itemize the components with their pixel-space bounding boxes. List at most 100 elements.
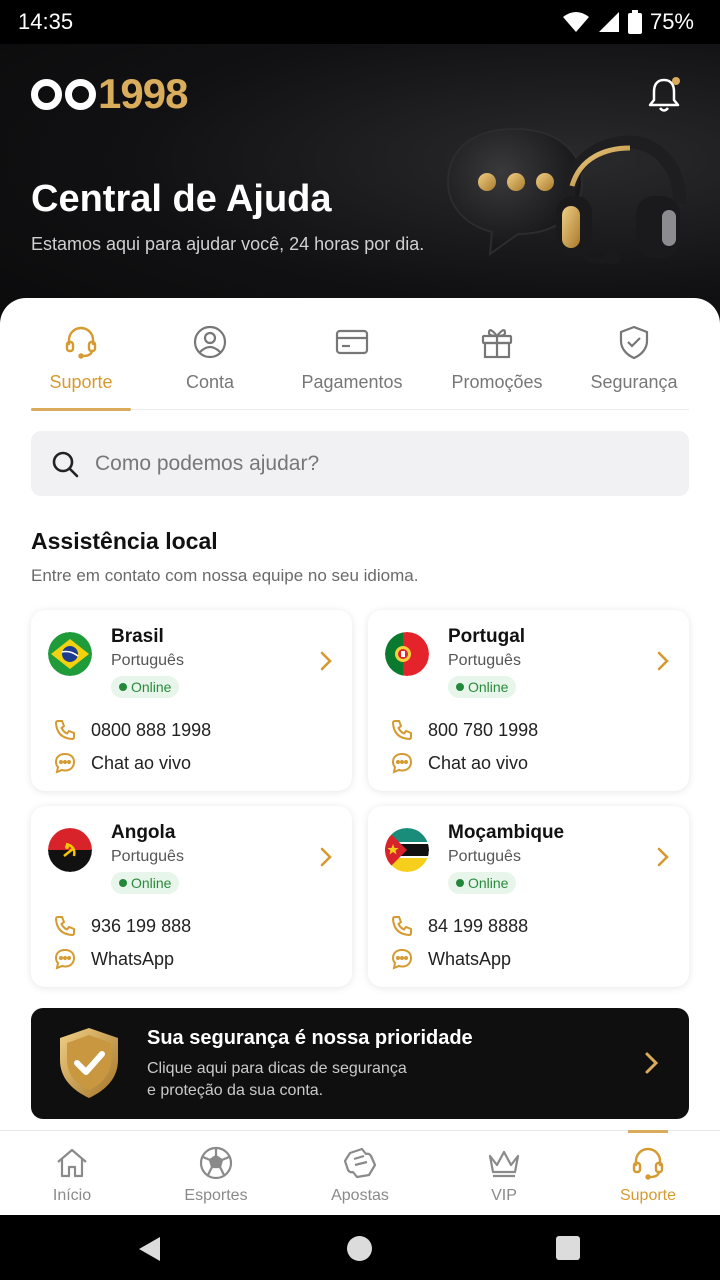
brazil-flag-icon [48, 632, 92, 676]
content-sheet: Suporte Conta Pagamentos Promoções Segur… [0, 298, 720, 1133]
status-time: 14:35 [18, 9, 74, 34]
security-tips-banner[interactable]: Sua segurança é nossa prioridade Clique … [31, 1008, 689, 1119]
tab-pagamentos[interactable]: Pagamentos [289, 318, 415, 410]
nav-label: Apostas [331, 1187, 389, 1204]
country-language: Português [448, 652, 521, 669]
security-banner-title: Sua segurança é nossa prioridade [147, 1027, 473, 1049]
tab-suporte[interactable]: Suporte [31, 318, 131, 411]
card-icon [335, 329, 369, 355]
tab-seguranca[interactable]: Segurança [579, 318, 689, 410]
chevron-right-icon [657, 847, 669, 867]
nav-label: VIP [491, 1187, 517, 1204]
phone-row[interactable]: 0800 888 1998 [53, 718, 211, 742]
contact-channel: WhatsApp [91, 948, 175, 969]
chevron-right-icon [657, 651, 669, 671]
nav-label: Esportes [184, 1187, 248, 1204]
tab-promocoes[interactable]: Promoções [415, 318, 579, 410]
phone-number: 936 199 888 [91, 915, 192, 936]
shield-check-icon [60, 1028, 118, 1098]
chevron-right-icon [320, 847, 332, 867]
country-language: Português [111, 652, 184, 669]
home-button-icon[interactable] [347, 1236, 372, 1261]
security-banner-desc-line1: Clique aqui para dicas de segurança [147, 1060, 407, 1077]
brand-logo[interactable]: 1998 [31, 70, 188, 117]
phone-row[interactable]: 800 780 1998 [390, 718, 538, 742]
mozambique-flag-icon [385, 828, 429, 872]
ticket-icon [343, 1147, 377, 1179]
online-status-badge: Online [111, 872, 180, 894]
chat-bubble-icon [54, 752, 76, 774]
headset-icon [632, 1147, 664, 1180]
phone-icon [391, 916, 412, 937]
nav-vip[interactable]: VIP [432, 1131, 576, 1215]
notification-bell-icon[interactable] [646, 74, 682, 114]
back-icon[interactable] [138, 1236, 162, 1262]
portugal-flag-icon [385, 632, 429, 676]
tab-label: Suporte [49, 372, 113, 392]
user-icon [193, 325, 227, 359]
nav-inicio[interactable]: Início [0, 1131, 144, 1215]
online-status-badge: Online [111, 676, 180, 698]
logo-text: 1998 [98, 70, 188, 117]
phone-number: 800 780 1998 [428, 719, 539, 740]
signal-icon [598, 12, 619, 32]
help-hero: 1998 Central de Ajuda Estamos aqui para … [0, 44, 720, 334]
local-assistance-title: Assistência local [31, 528, 218, 554]
country-card-angola[interactable]: Angola Português Online 936 199 888 What… [31, 806, 352, 987]
logo-mark [31, 78, 96, 110]
headset-icon [65, 326, 97, 359]
nav-label: Suporte [619, 1187, 677, 1204]
country-card-portugal[interactable]: Portugal Português Online 800 780 1998 C… [368, 610, 689, 791]
crown-icon [488, 1150, 520, 1178]
tab-label: Conta [185, 372, 235, 392]
phone-row[interactable]: 84 199 8888 [390, 914, 528, 938]
search-input[interactable] [95, 451, 655, 476]
wifi-icon [562, 12, 589, 32]
search-icon [52, 451, 79, 477]
chat-bubble-icon [391, 948, 413, 970]
local-assistance-subtitle: Entre em contato com nossa equipe no seu… [31, 566, 419, 585]
nav-suporte[interactable]: Suporte [576, 1130, 720, 1215]
country-card-brasil[interactable]: Brasil Português Online 0800 888 1998 Ch… [31, 610, 352, 791]
help-tabs: Suporte Conta Pagamentos Promoções Segur… [31, 318, 689, 411]
tab-conta[interactable]: Conta [131, 318, 289, 410]
online-status-badge: Online [448, 676, 517, 698]
phone-row[interactable]: 936 199 888 [53, 914, 191, 938]
country-language: Português [111, 848, 184, 865]
country-name: Moçambique [448, 822, 565, 843]
phone-icon [391, 720, 412, 741]
phone-icon [54, 916, 75, 937]
phone-icon [54, 720, 75, 741]
chat-row[interactable]: Chat ao vivo [53, 751, 191, 775]
support-illustration-icon [446, 127, 687, 264]
status-bar: 14:35 75% [0, 0, 720, 44]
chevron-right-icon [645, 1052, 659, 1074]
online-status-badge: Online [448, 872, 517, 894]
phone-number: 84 199 8888 [428, 915, 529, 936]
page-title: Central de Ajuda [31, 178, 332, 220]
country-card-mocambique[interactable]: Moçambique Português Online 84 199 8888 … [368, 806, 689, 987]
country-language: Português [448, 848, 521, 865]
whatsapp-row[interactable]: WhatsApp [53, 947, 174, 971]
nav-label: Início [52, 1187, 92, 1204]
contact-channel: Chat ao vivo [428, 752, 529, 773]
tab-label: Promoções [451, 372, 543, 392]
chat-bubble-icon [391, 752, 413, 774]
home-icon [57, 1148, 87, 1178]
nav-esportes[interactable]: Esportes [144, 1131, 288, 1215]
security-banner-desc: Clique aqui para dicas de segurança e pr… [147, 1058, 447, 1102]
tab-label: Pagamentos [301, 372, 403, 392]
country-name: Angola [111, 822, 176, 843]
nav-apostas[interactable]: Apostas [288, 1131, 432, 1215]
bottom-navigation: Início Esportes Apostas VIP Suporte [0, 1130, 720, 1215]
chat-bubble-icon [54, 948, 76, 970]
country-name: Brasil [111, 626, 164, 647]
country-name: Portugal [448, 626, 526, 647]
chat-row[interactable]: Chat ao vivo [390, 751, 528, 775]
tab-label: Segurança [590, 372, 678, 392]
contact-channel: WhatsApp [428, 948, 512, 969]
battery-icon [627, 10, 642, 34]
search-bar[interactable] [31, 431, 689, 496]
recent-apps-icon[interactable] [556, 1236, 580, 1260]
whatsapp-row[interactable]: WhatsApp [390, 947, 511, 971]
